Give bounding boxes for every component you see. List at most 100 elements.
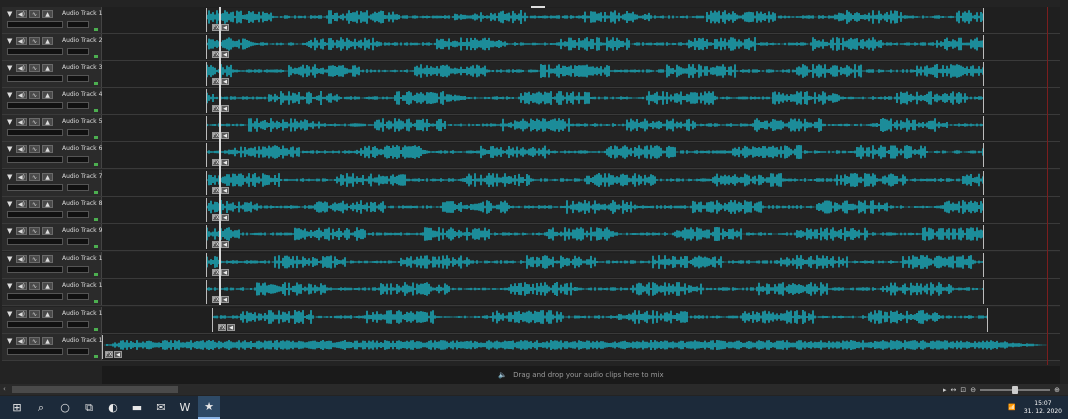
track-lane[interactable]: FX ◀ xyxy=(102,88,1060,114)
audio-clip[interactable]: FX ◀ xyxy=(206,8,984,32)
task-view-icon[interactable]: ⧉ xyxy=(78,396,100,419)
track-lane[interactable]: FX ◀ xyxy=(102,7,1060,33)
volume-fader[interactable] xyxy=(7,129,63,136)
track-lane[interactable]: FX ◀ xyxy=(102,61,1060,87)
audio-clip[interactable]: FX ◀ xyxy=(206,143,984,167)
record-button[interactable]: ▲ xyxy=(42,337,53,345)
audio-clip[interactable]: FX ◀ xyxy=(206,253,984,277)
audio-editor-icon[interactable]: ★ xyxy=(198,396,220,419)
track-name[interactable]: Audio Track 5 xyxy=(62,118,102,125)
zoom-out-icon[interactable]: ⊖ xyxy=(970,386,976,394)
volume-fader[interactable] xyxy=(7,266,63,273)
track-name[interactable]: Audio Track 8 xyxy=(62,200,102,207)
pan-control[interactable] xyxy=(67,184,89,191)
track-lane[interactable]: FX ◀ xyxy=(102,307,1060,333)
search-icon[interactable]: ⌕ xyxy=(30,396,52,419)
collapse-arrow-icon[interactable]: ▼ xyxy=(7,337,14,345)
solo-button[interactable]: ∿ xyxy=(29,10,40,18)
track-name[interactable]: Audio Track 13 xyxy=(62,337,106,344)
volume-fader[interactable] xyxy=(7,184,63,191)
clip-volume-icon[interactable]: ◀ xyxy=(221,78,229,85)
zoom-fit-icon[interactable]: ⊡ xyxy=(960,386,966,394)
record-button[interactable]: ▲ xyxy=(42,200,53,208)
word-icon[interactable]: W xyxy=(174,396,196,419)
clip-volume-icon[interactable]: ◀ xyxy=(221,187,229,194)
clip-volume-icon[interactable]: ◀ xyxy=(221,51,229,58)
pan-control[interactable] xyxy=(67,211,89,218)
fx-button[interactable]: FX xyxy=(218,324,226,331)
pan-control[interactable] xyxy=(67,321,89,328)
clip-volume-icon[interactable]: ◀ xyxy=(221,214,229,221)
mute-button[interactable]: ◀) xyxy=(16,91,27,99)
clip-volume-icon[interactable]: ◀ xyxy=(221,296,229,303)
track-lane[interactable]: FX ◀ xyxy=(102,334,1060,360)
track-name[interactable]: Audio Track 3 xyxy=(62,64,102,71)
record-button[interactable]: ▲ xyxy=(42,227,53,235)
mail-icon[interactable]: ✉ xyxy=(150,396,172,419)
track-lane[interactable]: FX ◀ xyxy=(102,252,1060,278)
volume-fader[interactable] xyxy=(7,75,63,82)
mute-button[interactable]: ◀) xyxy=(16,145,27,153)
collapse-arrow-icon[interactable]: ▼ xyxy=(7,200,14,208)
track-name[interactable]: Audio Track 4 xyxy=(62,91,102,98)
track-name[interactable]: Audio Track 1 xyxy=(62,10,102,17)
collapse-arrow-icon[interactable]: ▼ xyxy=(7,145,14,153)
record-button[interactable]: ▲ xyxy=(42,91,53,99)
record-button[interactable]: ▲ xyxy=(42,118,53,126)
collapse-arrow-icon[interactable]: ▼ xyxy=(7,282,14,290)
solo-button[interactable]: ∿ xyxy=(29,37,40,45)
pan-control[interactable] xyxy=(67,266,89,273)
pan-control[interactable] xyxy=(67,238,89,245)
collapse-arrow-icon[interactable]: ▼ xyxy=(7,64,14,72)
audio-clip[interactable]: FX ◀ xyxy=(206,198,984,222)
mute-button[interactable]: ◀) xyxy=(16,118,27,126)
windows-start-icon[interactable]: ⊞ xyxy=(6,396,28,419)
mute-button[interactable]: ◀) xyxy=(16,282,27,290)
mute-button[interactable]: ◀) xyxy=(16,200,27,208)
file-explorer-icon[interactable]: ▬ xyxy=(126,396,148,419)
audio-clip[interactable]: FX ◀ xyxy=(206,89,984,113)
track-name[interactable]: Audio Track 12 xyxy=(62,310,106,317)
mute-button[interactable]: ◀) xyxy=(16,337,27,345)
clip-volume-icon[interactable]: ◀ xyxy=(114,351,122,358)
track-name[interactable]: Audio Track 7 xyxy=(62,173,102,180)
solo-button[interactable]: ∿ xyxy=(29,255,40,263)
clip-volume-icon[interactable]: ◀ xyxy=(221,159,229,166)
mute-button[interactable]: ◀) xyxy=(16,10,27,18)
audio-clip[interactable]: FX ◀ xyxy=(206,171,984,195)
track-name[interactable]: Audio Track 2 xyxy=(62,37,102,44)
record-button[interactable]: ▲ xyxy=(42,10,53,18)
mute-button[interactable]: ◀) xyxy=(16,173,27,181)
record-button[interactable]: ▲ xyxy=(42,282,53,290)
clip-volume-icon[interactable]: ◀ xyxy=(221,24,229,31)
volume-fader[interactable] xyxy=(7,211,63,218)
track-lane[interactable]: FX ◀ xyxy=(102,279,1060,305)
collapse-arrow-icon[interactable]: ▼ xyxy=(7,310,14,318)
track-name[interactable]: Audio Track 11 xyxy=(62,282,106,289)
drop-zone[interactable]: 🔈 Drag and drop your audio clips here to… xyxy=(102,366,1060,384)
track-lane[interactable]: FX ◀ xyxy=(102,197,1060,223)
zoom-in-icon[interactable]: ⊕ xyxy=(1054,386,1060,394)
track-name[interactable]: Audio Track 9 xyxy=(62,227,102,234)
audio-clip[interactable]: FX ◀ xyxy=(206,62,984,86)
audio-clip[interactable]: FX ◀ xyxy=(102,335,1048,359)
record-button[interactable]: ▲ xyxy=(42,145,53,153)
record-button[interactable]: ▲ xyxy=(42,255,53,263)
solo-button[interactable]: ∿ xyxy=(29,282,40,290)
mute-button[interactable]: ◀) xyxy=(16,64,27,72)
playhead[interactable] xyxy=(219,7,221,305)
track-name[interactable]: Audio Track 6 xyxy=(62,145,102,152)
collapse-arrow-icon[interactable]: ▼ xyxy=(7,91,14,99)
volume-fader[interactable] xyxy=(7,238,63,245)
solo-button[interactable]: ∿ xyxy=(29,91,40,99)
collapse-arrow-icon[interactable]: ▼ xyxy=(7,37,14,45)
pan-control[interactable] xyxy=(67,129,89,136)
volume-fader[interactable] xyxy=(7,21,63,28)
audio-clip[interactable]: FX ◀ xyxy=(206,280,984,304)
pan-control[interactable] xyxy=(67,21,89,28)
pan-control[interactable] xyxy=(67,75,89,82)
solo-button[interactable]: ∿ xyxy=(29,173,40,181)
zoom-slider[interactable] xyxy=(980,385,1051,394)
scrollbar-thumb[interactable] xyxy=(12,386,178,393)
pan-control[interactable] xyxy=(67,102,89,109)
